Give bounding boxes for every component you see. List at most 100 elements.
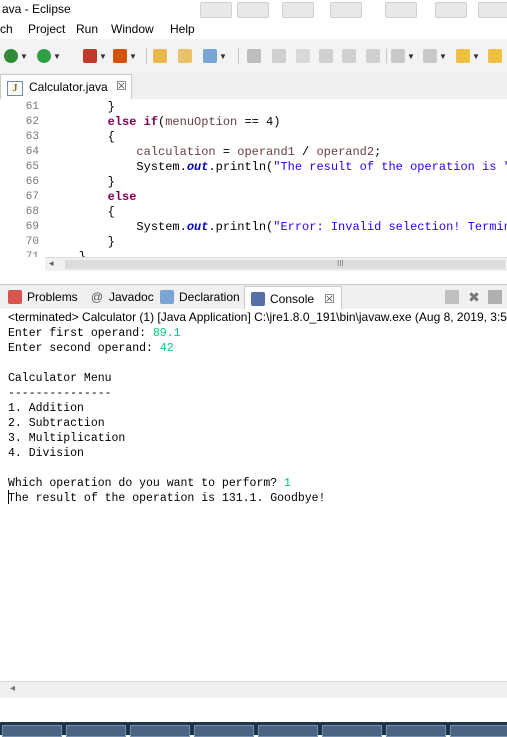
next-annotation-button[interactable]: ▼: [391, 48, 415, 64]
window-thumb: [330, 2, 362, 18]
code-token: System.: [50, 220, 187, 234]
code-token: {: [50, 205, 115, 219]
code-token: operand1: [237, 145, 295, 159]
block-selection-button[interactable]: [319, 48, 333, 64]
chevron-down-icon: ▼: [53, 51, 61, 61]
scroll-left-icon[interactable]: ◂: [10, 683, 15, 694]
open-folder-button[interactable]: [153, 48, 167, 64]
menu-item-search[interactable]: ch: [0, 22, 13, 36]
gear-button[interactable]: ▼: [4, 48, 28, 64]
pin-icon: [247, 49, 261, 63]
menu-item-run[interactable]: Run: [76, 22, 98, 36]
taskbar-button[interactable]: [66, 725, 126, 737]
console-header: <terminated> Calculator (1) [Java Applic…: [8, 310, 507, 324]
next-annotation-icon: [391, 49, 405, 63]
menu-item-project[interactable]: Project: [28, 22, 65, 36]
code-line: 65 System.out.println("The result of the…: [0, 160, 507, 175]
code-text: }: [50, 175, 115, 190]
code-token: == 4): [237, 115, 281, 129]
code-token: .println(: [208, 220, 274, 234]
line-number: 63: [25, 131, 39, 143]
console-text: Calculator Menu: [8, 372, 112, 385]
console-horizontal-scrollbar[interactable]: ◂: [0, 681, 507, 698]
code-token: menuOption: [165, 115, 238, 129]
terminate-icon[interactable]: [445, 290, 459, 304]
pin-button[interactable]: [247, 48, 261, 64]
taskbar-button[interactable]: [322, 725, 382, 737]
taskbar-button[interactable]: [194, 725, 254, 737]
code-token: }: [50, 175, 115, 189]
run-icon: [37, 49, 51, 63]
line-number: 65: [25, 161, 39, 173]
console-text: Which operation do you want to perform?: [8, 477, 285, 490]
run-button[interactable]: ▼: [37, 48, 61, 64]
code-line: 70 }: [0, 235, 507, 250]
tab-label: Declaration: [179, 290, 240, 304]
close-icon[interactable]: ☒: [324, 292, 335, 306]
code-text: }: [50, 250, 86, 257]
code-token: "The result of the operation is ": [273, 160, 507, 174]
console-line: ---------------: [8, 386, 112, 401]
code-text: }: [50, 235, 115, 250]
tab-javadoc[interactable]: @ Javadoc: [90, 287, 154, 307]
open-folder-icon: [153, 49, 167, 63]
code-text: System.out.println("The result of the op…: [50, 160, 507, 175]
code-text: else if(menuOption == 4): [50, 115, 281, 130]
code-token: {: [50, 130, 115, 144]
tab-declaration[interactable]: Declaration: [160, 287, 240, 307]
word-wrap-button[interactable]: [342, 48, 356, 64]
line-number: 67: [25, 191, 39, 203]
code-token: }: [50, 250, 87, 257]
back-button[interactable]: ▼: [456, 48, 480, 64]
editor-horizontal-scrollbar[interactable]: ◂ III: [45, 257, 507, 271]
show-whitespace-button[interactable]: [366, 48, 380, 64]
close-icon[interactable]: ☒: [116, 79, 127, 93]
gear-icon: [4, 49, 18, 63]
line-number: 66: [25, 176, 39, 188]
window-thumb: [237, 2, 269, 18]
menu-item-window[interactable]: Window: [111, 22, 154, 36]
console-user-input: 89.1: [152, 327, 181, 340]
prev-annotation-button[interactable]: ▼: [423, 48, 447, 64]
line-number: 71: [25, 251, 39, 257]
tab-problems[interactable]: Problems: [8, 287, 78, 307]
tab-calculator-java[interactable]: J Calculator.java ☒: [0, 74, 132, 100]
console-line: Enter first operand: 89.1: [8, 326, 181, 341]
debug-button[interactable]: ▼: [113, 48, 137, 64]
forward-icon: [488, 49, 502, 63]
annotation-icon: [272, 49, 286, 63]
code-line: 68 {: [0, 205, 507, 220]
remove-launches-icon[interactable]: ✖: [467, 290, 481, 304]
scrollbar-thumb[interactable]: [65, 260, 505, 269]
taskbar-button[interactable]: [2, 725, 62, 737]
code-line: 66 }: [0, 175, 507, 190]
scroll-left-icon[interactable]: ◂: [49, 258, 54, 269]
annotation-button[interactable]: [272, 48, 286, 64]
toggle-button[interactable]: [296, 48, 310, 64]
menu-item-help[interactable]: Help: [170, 22, 195, 36]
window-thumb: [435, 2, 467, 18]
pen-button[interactable]: ▼: [203, 48, 227, 64]
taskbar-button[interactable]: [130, 725, 190, 737]
code-token: }: [50, 235, 115, 249]
toolbar-separator: [238, 48, 239, 64]
toolbar-separator: [386, 48, 387, 64]
taskbar-button[interactable]: [450, 725, 507, 737]
menu-bar: ch Project Run Window Help: [0, 19, 507, 39]
toggle-icon: [296, 49, 310, 63]
console-line: 2. Subtraction: [8, 416, 105, 431]
forward-button[interactable]: [488, 48, 502, 64]
code-editor[interactable]: 61 } 62 else if(menuOption == 4) 63 { 64…: [0, 99, 507, 257]
back-icon: [456, 49, 470, 63]
taskbar-button[interactable]: [386, 725, 446, 737]
tab-console[interactable]: Console ☒: [244, 286, 342, 310]
remove-all-icon[interactable]: [488, 290, 502, 304]
open-type-button[interactable]: [178, 48, 192, 64]
chevron-down-icon: ▼: [439, 51, 447, 61]
console-text: 4. Division: [8, 447, 84, 460]
prev-annotation-icon: [423, 49, 437, 63]
views-tab-bar: Problems @ Javadoc Declaration Console ☒…: [0, 284, 507, 310]
taskbar-button[interactable]: [258, 725, 318, 737]
new-server-button[interactable]: ▼: [83, 48, 107, 64]
